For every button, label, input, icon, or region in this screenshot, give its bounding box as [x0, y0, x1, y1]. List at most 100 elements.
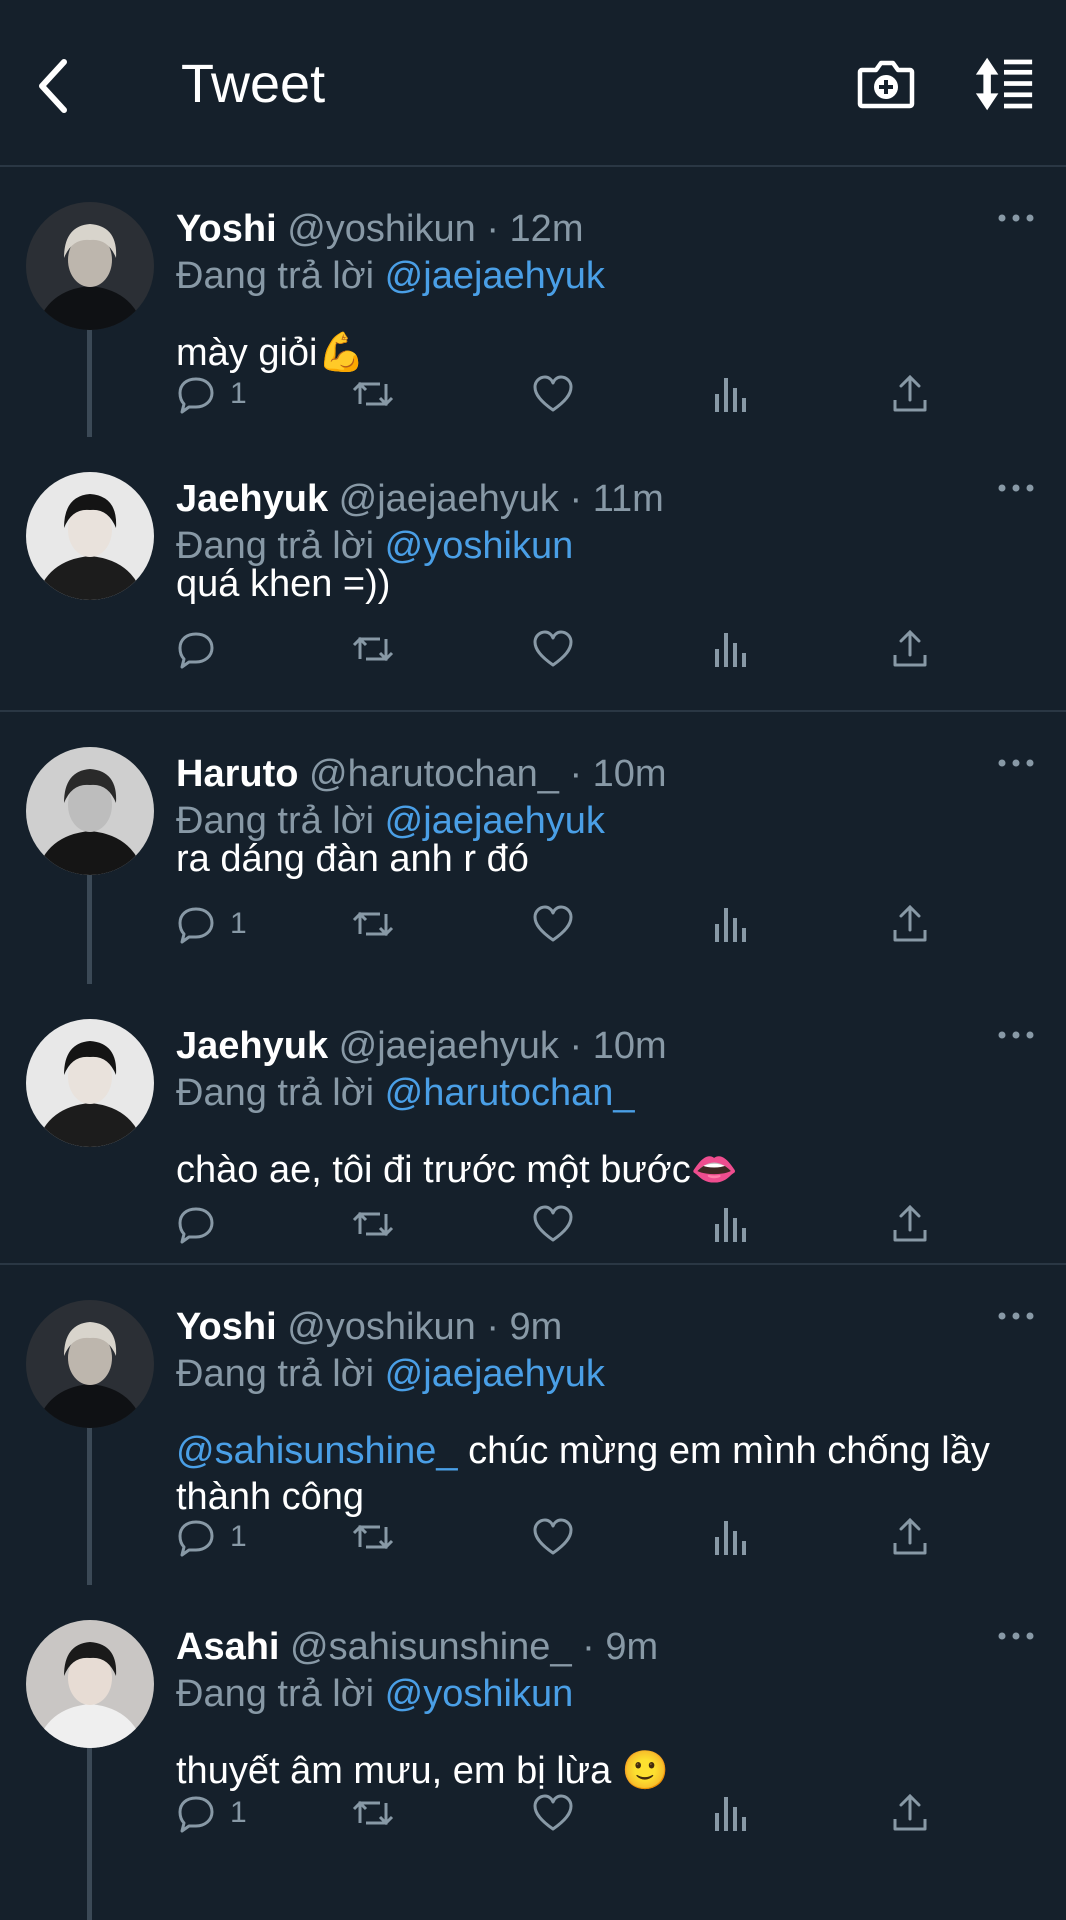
back-icon[interactable] [34, 56, 74, 116]
user-handle[interactable]: @yoshikun [287, 1306, 476, 1348]
reply-button[interactable] [176, 625, 230, 673]
tweet-header: Jaehyuk @jaejaehyuk · 11m [176, 476, 664, 522]
views-icon [713, 1517, 749, 1557]
views-button[interactable] [713, 1789, 749, 1837]
avatar[interactable] [26, 472, 154, 600]
camera-add-icon[interactable] [856, 54, 916, 114]
like-button[interactable] [532, 1789, 574, 1837]
display-name[interactable]: Haruto [176, 753, 298, 795]
tweet[interactable]: Haruto @harutochan_ · 10m Đang trả lời @j… [0, 712, 1066, 984]
display-name[interactable]: Yoshi [176, 208, 277, 250]
retweet-button[interactable] [350, 370, 396, 418]
like-button[interactable] [532, 625, 574, 673]
reply-button[interactable]: 1 [176, 900, 247, 948]
mention-link[interactable]: @sahisunshine_ [176, 1430, 458, 1472]
separator-dot: · [569, 1025, 583, 1067]
views-button[interactable] [713, 1200, 749, 1248]
share-button[interactable] [890, 900, 930, 948]
avatar[interactable] [26, 1019, 154, 1147]
share-icon [890, 629, 930, 669]
timestamp: 10m [592, 1025, 667, 1067]
sort-icon[interactable] [974, 54, 1034, 114]
timestamp: 11m [592, 478, 664, 520]
like-button[interactable] [532, 1513, 574, 1561]
reply-button[interactable]: 1 [176, 1789, 247, 1837]
more-options-icon[interactable] [996, 1628, 1036, 1644]
reply-button[interactable]: 1 [176, 370, 247, 418]
avatar[interactable] [26, 1620, 154, 1748]
separator-dot: · [486, 1306, 499, 1348]
share-icon [890, 1517, 930, 1557]
retweet-button[interactable] [350, 1513, 396, 1561]
retweet-icon [350, 374, 396, 414]
like-icon [532, 629, 574, 669]
retweet-icon [350, 629, 396, 669]
share-button[interactable] [890, 1200, 930, 1248]
user-handle[interactable]: @yoshikun [287, 208, 476, 250]
reply-button[interactable] [176, 1200, 230, 1248]
reply-mention-link[interactable]: @jaejaehyuk [385, 255, 605, 297]
share-button[interactable] [890, 625, 930, 673]
retweet-button[interactable] [350, 1789, 396, 1837]
user-handle[interactable]: @jaejaehyuk [339, 1025, 559, 1067]
retweet-button[interactable] [350, 625, 396, 673]
reply-thread: Yoshi @yoshikun · 12m Đang trả lời @jaeja… [0, 167, 1066, 1920]
share-button[interactable] [890, 1513, 930, 1561]
more-options-icon[interactable] [996, 1027, 1036, 1043]
user-handle[interactable]: @jaejaehyuk [339, 478, 559, 520]
tweet-actions: 1 [176, 900, 956, 948]
like-button[interactable] [532, 900, 574, 948]
display-name[interactable]: Jaehyuk [176, 478, 328, 520]
views-icon [713, 1204, 749, 1244]
avatar[interactable] [26, 1300, 154, 1428]
reply-count: 1 [230, 377, 247, 410]
tweet-header: Haruto @harutochan_ · 10m [176, 751, 667, 797]
like-icon [532, 1793, 574, 1833]
more-options-icon[interactable] [996, 1308, 1036, 1324]
views-button[interactable] [713, 370, 749, 418]
user-handle[interactable]: @sahisunshine_ [290, 1626, 572, 1668]
more-options-icon[interactable] [996, 210, 1036, 226]
views-button[interactable] [713, 900, 749, 948]
reply-count: 1 [230, 907, 247, 940]
user-handle[interactable]: @harutochan_ [309, 753, 559, 795]
share-button[interactable] [890, 1789, 930, 1837]
tweet[interactable]: Jaehyuk @jaejaehyuk · 10m Đang trả lời @h… [0, 984, 1066, 1265]
tweet[interactable]: Yoshi @yoshikun · 12m Đang trả lời @jaeja… [0, 167, 1066, 437]
like-icon [532, 904, 574, 944]
display-name[interactable]: Jaehyuk [176, 1025, 328, 1067]
retweet-button[interactable] [350, 900, 396, 948]
like-button[interactable] [532, 1200, 574, 1248]
tweet-text: quá khen =)) [176, 561, 1016, 607]
separator-dot: · [569, 753, 583, 795]
views-icon [713, 374, 749, 414]
display-name[interactable]: Asahi [176, 1626, 279, 1668]
share-icon [890, 1204, 930, 1244]
tweet[interactable]: Yoshi @yoshikun · 9m Đang trả lời @jaejae… [0, 1265, 1066, 1585]
tweet[interactable]: Asahi @sahisunshine_ · 9m Đang trả lời @y… [0, 1585, 1066, 1920]
replying-to: Đang trả lời @jaejaehyuk [176, 1351, 605, 1397]
like-button[interactable] [532, 370, 574, 418]
tweet-text-content: mày giỏi💪 [176, 332, 365, 374]
separator-dot: · [486, 208, 499, 250]
reply-mention-link[interactable]: @harutochan_ [385, 1072, 635, 1114]
views-button[interactable] [713, 1513, 749, 1561]
tweet-header: Asahi @sahisunshine_ · 9m [176, 1624, 658, 1670]
replying-to: Đang trả lời @harutochan_ [176, 1070, 635, 1116]
views-button[interactable] [713, 625, 749, 673]
share-button[interactable] [890, 370, 930, 418]
tweet-text: @sahisunshine_ chúc mừng em mình chống l… [176, 1428, 1016, 1520]
more-options-icon[interactable] [996, 755, 1036, 771]
reply-mention-link[interactable]: @jaejaehyuk [385, 1353, 605, 1395]
retweet-icon [350, 1204, 396, 1244]
avatar[interactable] [26, 747, 154, 875]
retweet-button[interactable] [350, 1200, 396, 1248]
avatar[interactable] [26, 202, 154, 330]
tweet[interactable]: Jaehyuk @jaejaehyuk · 11m Đang trả lời @y… [0, 437, 1066, 712]
tweet-text: chào ae, tôi đi trước một bước👄 [176, 1147, 1016, 1193]
more-options-icon[interactable] [996, 480, 1036, 496]
reply-mention-link[interactable]: @yoshikun [385, 1673, 574, 1715]
reply-button[interactable]: 1 [176, 1513, 247, 1561]
display-name[interactable]: Yoshi [176, 1306, 277, 1348]
reply-icon [176, 904, 216, 944]
